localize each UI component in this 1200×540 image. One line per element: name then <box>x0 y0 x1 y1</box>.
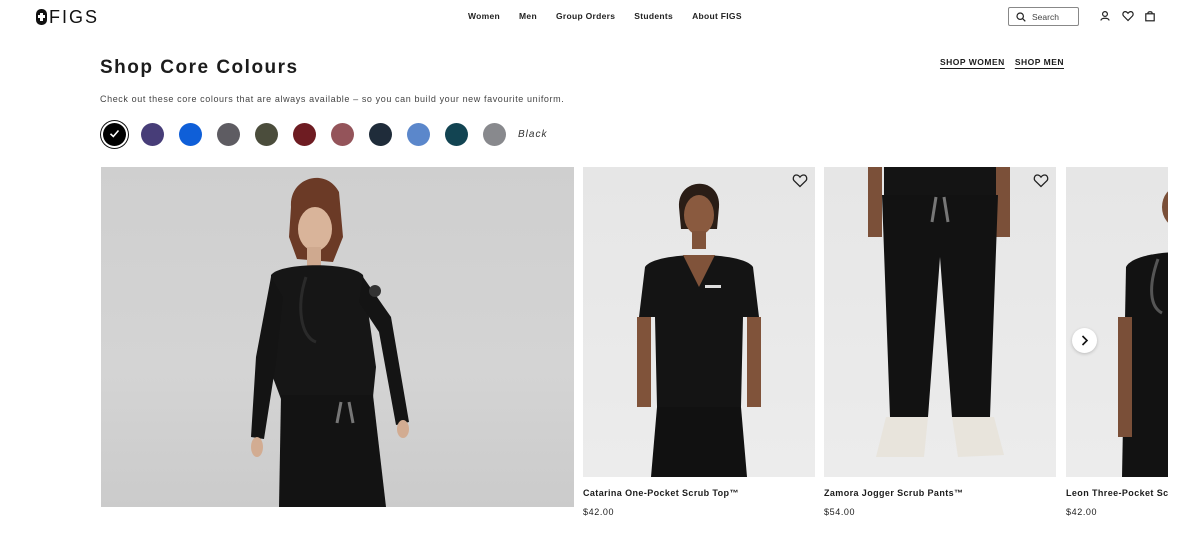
colour-swatch[interactable] <box>217 123 240 146</box>
selected-colour-label: Black <box>518 129 548 140</box>
hero-image-model-black-scrubs <box>101 167 574 507</box>
shop-men-link[interactable]: SHOP MEN <box>1015 57 1064 67</box>
colour-swatch[interactable] <box>103 123 126 146</box>
product-card[interactable]: Catarina One-Pocket Scrub Top™ $42.00 <box>583 167 815 517</box>
product-image[interactable] <box>583 167 815 477</box>
colour-swatch[interactable] <box>369 123 392 146</box>
search-icon <box>1016 11 1026 22</box>
product-price: $54.00 <box>824 507 856 517</box>
main-nav: Women Men Group Orders Students About FI… <box>468 11 742 21</box>
colour-swatches <box>103 123 506 146</box>
colour-swatch[interactable] <box>179 123 202 146</box>
colour-swatch[interactable] <box>483 123 506 146</box>
hero-model-illustration <box>251 177 409 507</box>
search-input[interactable] <box>1032 11 1076 22</box>
product-name[interactable]: Zamora Jogger Scrub Pants™ <box>824 488 1056 498</box>
figs-logo[interactable]: FIGS <box>36 8 99 26</box>
product-model-illustration <box>868 167 1010 457</box>
nav-item-about-figs[interactable]: About FIGS <box>692 11 742 21</box>
nav-item-men[interactable]: Men <box>519 11 537 21</box>
figs-logo-mark-icon <box>36 9 47 25</box>
colour-swatch[interactable] <box>407 123 430 146</box>
product-image[interactable] <box>824 167 1056 477</box>
account-icon[interactable] <box>1099 10 1111 22</box>
page-subtitle: Check out these core colours that are al… <box>100 94 565 104</box>
shop-links: SHOP WOMEN SHOP MEN <box>940 57 1064 67</box>
colour-swatch[interactable] <box>255 123 278 146</box>
product-image[interactable] <box>1066 167 1168 477</box>
shop-women-link[interactable]: SHOP WOMEN <box>940 57 1005 67</box>
wishlist-heart-icon[interactable] <box>792 173 808 188</box>
checkmark-icon <box>109 129 120 138</box>
cart-bag-icon[interactable] <box>1144 10 1156 22</box>
nav-item-students[interactable]: Students <box>634 11 673 21</box>
wishlist-heart-icon[interactable] <box>1122 10 1134 22</box>
product-card[interactable]: Zamora Jogger Scrub Pants™ $54.00 <box>824 167 1056 517</box>
product-name[interactable]: Catarina One-Pocket Scrub Top™ <box>583 488 815 498</box>
logo-text: FIGS <box>49 7 100 27</box>
carousel-next-button[interactable] <box>1072 328 1097 353</box>
search-box[interactable] <box>1008 7 1079 26</box>
site-header: FIGS Women Men Group Orders Students Abo… <box>0 0 1168 34</box>
wishlist-heart-icon[interactable] <box>1033 173 1049 188</box>
colour-swatch[interactable] <box>141 123 164 146</box>
colour-swatch[interactable] <box>445 123 468 146</box>
product-model-illustration <box>1118 191 1168 477</box>
chevron-right-icon <box>1081 335 1088 346</box>
nav-item-women[interactable]: Women <box>468 11 500 21</box>
product-price: $42.00 <box>583 507 615 517</box>
product-name[interactable]: Leon Three-Pocket Scrub Top™ <box>1066 488 1168 498</box>
colour-swatch[interactable] <box>293 123 316 146</box>
product-model-illustration <box>637 183 761 477</box>
page-title: Shop Core Colours <box>100 57 299 78</box>
nav-item-group-orders[interactable]: Group Orders <box>556 11 615 21</box>
product-price: $42.00 <box>1066 507 1098 517</box>
colour-swatch[interactable] <box>331 123 354 146</box>
